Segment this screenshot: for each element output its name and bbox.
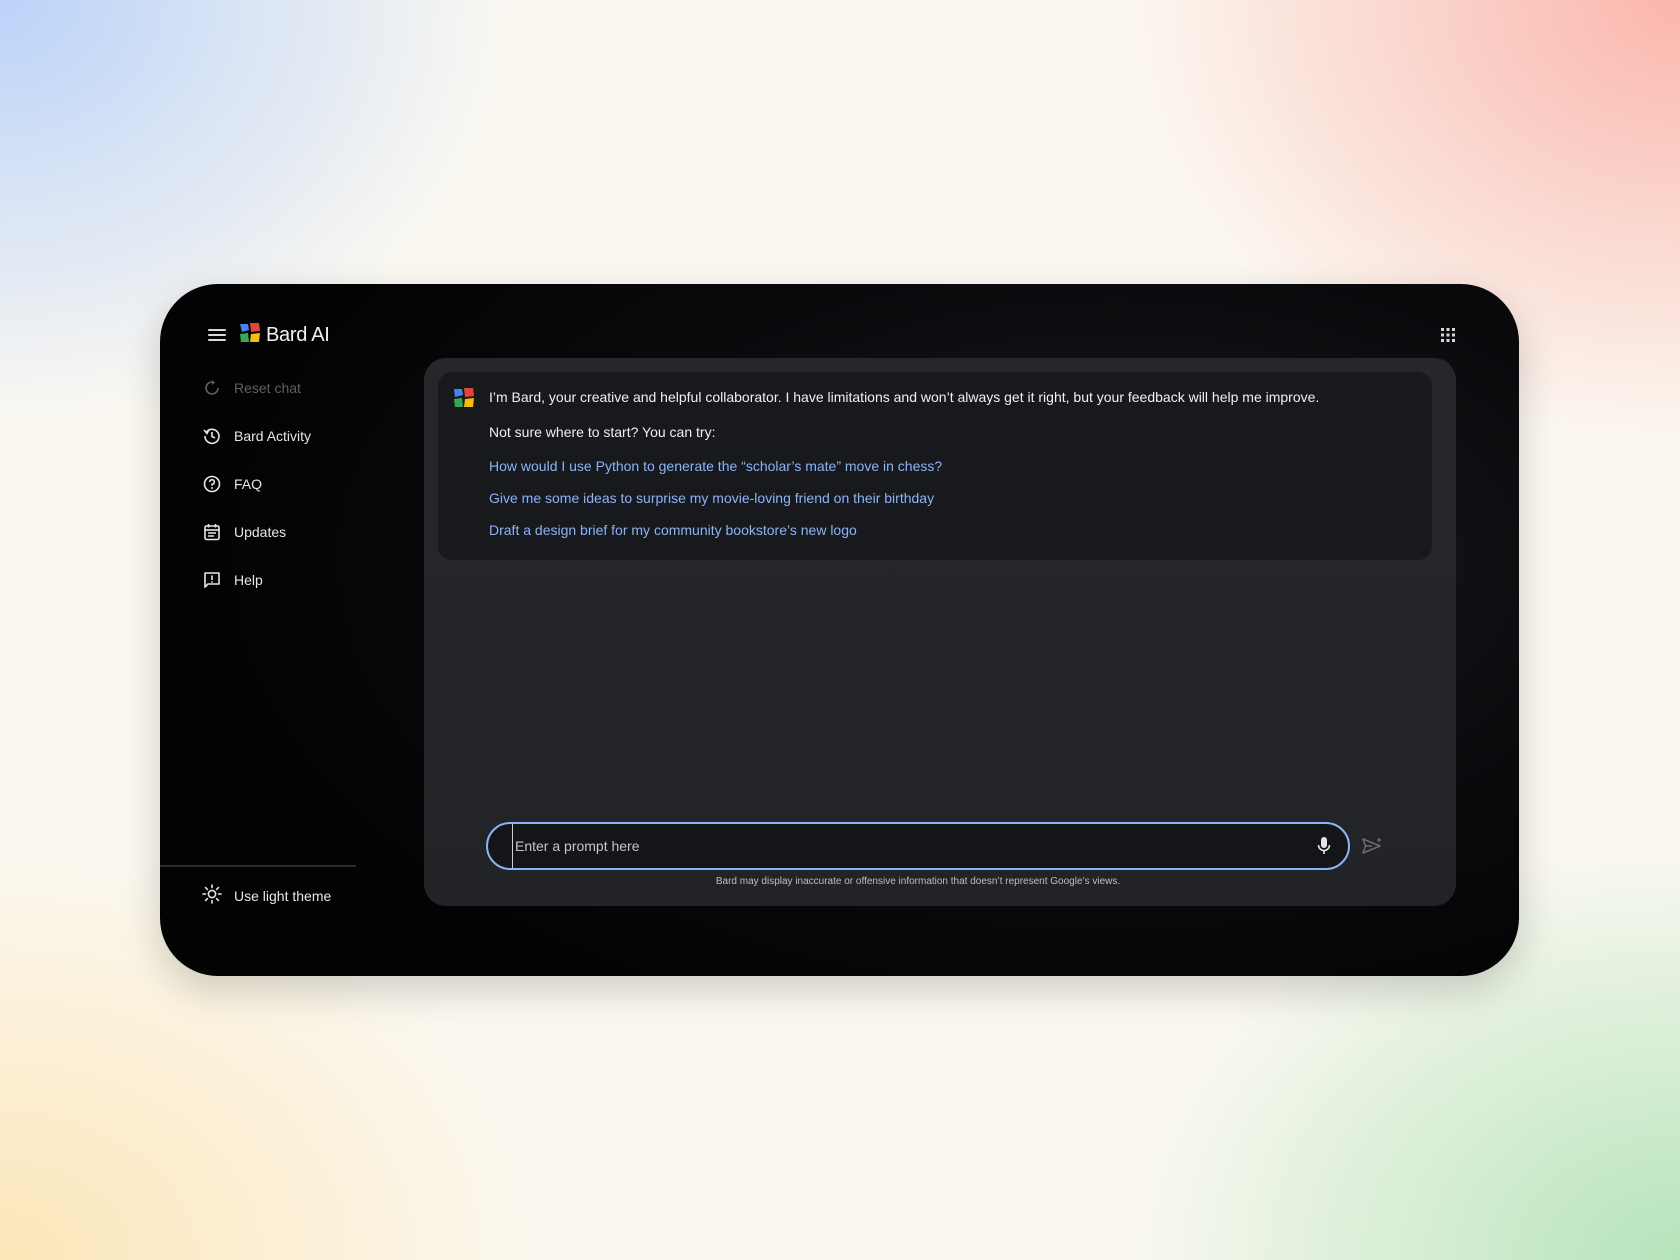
calendar-icon <box>202 522 222 542</box>
theme-label: Use light theme <box>234 888 332 904</box>
chat-panel: I’m Bard, your creative and helpful coll… <box>424 358 1456 906</box>
bard-logo-icon <box>452 386 476 410</box>
sidebar-item-updates[interactable]: Updates <box>202 517 362 547</box>
bard-window: Bard AI Reset chat Bard Activity FAQ Upd… <box>160 284 1519 976</box>
bard-logo-icon <box>238 322 262 349</box>
prompt-input[interactable] <box>512 824 1292 868</box>
sun-icon <box>202 883 222 909</box>
suggestion-link[interactable]: Give me some ideas to surprise my movie-… <box>489 490 934 506</box>
sidebar-item-faq[interactable]: FAQ <box>202 469 362 499</box>
sidebar-item-reset-chat[interactable]: Reset chat <box>202 373 362 403</box>
prompt-box <box>486 822 1350 870</box>
send-icon[interactable] <box>1358 832 1386 860</box>
sidebar-item-label: FAQ <box>234 476 263 492</box>
history-icon <box>202 426 222 446</box>
suggestion-link[interactable]: Draft a design brief for my community bo… <box>489 522 857 538</box>
bard-response-card: I’m Bard, your creative and helpful coll… <box>438 372 1432 560</box>
reset-icon <box>202 378 222 398</box>
disclaimer: Bard may display inaccurate or offensive… <box>715 876 1121 887</box>
brand: Bard AI <box>238 320 330 350</box>
sidebar-item-label: Help <box>234 572 263 588</box>
feedback-icon <box>202 570 222 590</box>
use-light-theme-button[interactable]: Use light theme <box>202 881 331 911</box>
bard-intro-message: I’m Bard, your creative and helpful coll… <box>489 389 1320 405</box>
app-title: Bard AI <box>266 323 330 346</box>
sidebar-item-label: Bard Activity <box>234 428 312 444</box>
help-circle-icon <box>202 474 222 494</box>
sidebar-item-help[interactable]: Help <box>202 565 362 595</box>
sidebar-divider <box>160 865 356 867</box>
apps-grid-icon[interactable] <box>1433 320 1463 350</box>
sidebar-item-bard-activity[interactable]: Bard Activity <box>202 421 362 451</box>
suggestion-link[interactable]: How would I use Python to generate the “… <box>489 458 942 474</box>
sidebar-item-label: Reset chat <box>234 380 301 396</box>
sidebar-item-label: Updates <box>234 524 287 540</box>
suggestions-hint: Not sure where to start? You can try: <box>489 424 716 440</box>
hamburger-menu-icon[interactable] <box>202 320 232 350</box>
mic-icon[interactable] <box>1312 834 1336 858</box>
